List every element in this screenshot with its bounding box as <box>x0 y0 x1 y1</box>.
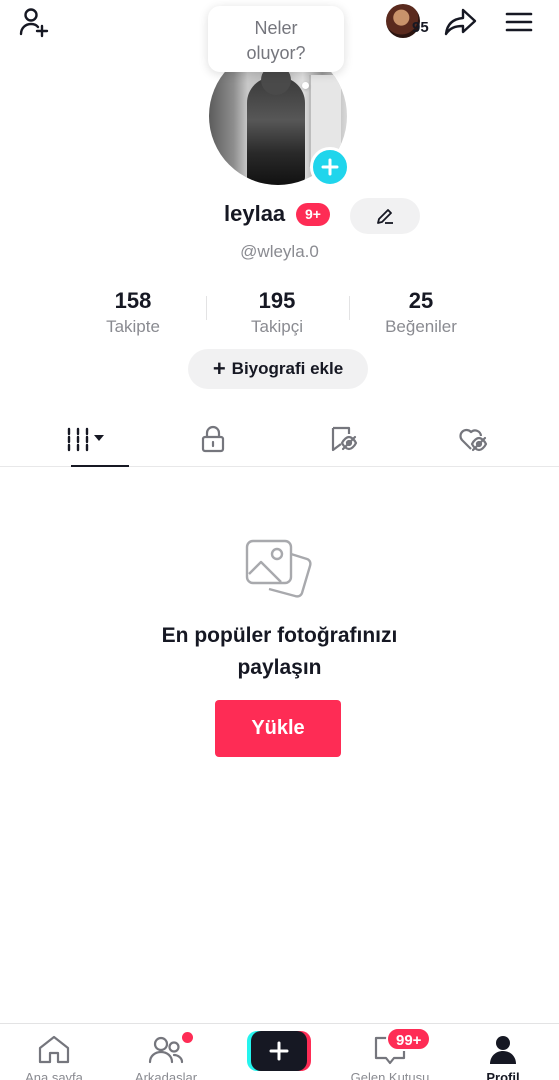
tab-liked[interactable] <box>403 412 543 466</box>
empty-state-title: En popüler fotoğrafınızı paylaşın <box>0 620 559 684</box>
create-button[interactable] <box>247 1031 311 1071</box>
nav-home-label: Ana sayfa <box>25 1070 83 1080</box>
upload-button[interactable]: Yükle <box>215 700 341 757</box>
tab-saved[interactable] <box>274 412 414 466</box>
profile-stats: 158 Takipte 195 Takipçi 25 Beğeniler <box>0 288 559 338</box>
stat-label: Takipçi <box>251 317 303 336</box>
bubble-tail <box>302 82 309 89</box>
nav-friends[interactable]: Arkadaşlar <box>110 1024 222 1080</box>
active-tab-indicator <box>71 465 129 467</box>
add-bio-label: Biyografi ekle <box>231 359 344 378</box>
name-row: leylaa 9+ <box>0 198 559 234</box>
friends-icon <box>148 1036 184 1064</box>
pencil-icon <box>377 209 393 224</box>
nav-inbox[interactable]: 99+ Gelen Kutusu <box>334 1024 446 1080</box>
bookmark-hidden-icon <box>331 426 358 452</box>
nav-profile-label: Profil <box>486 1070 520 1080</box>
empty-title-line1: En popüler fotoğrafınızı <box>161 624 398 647</box>
home-icon <box>38 1035 70 1064</box>
grid-dropdown-icon <box>67 427 104 452</box>
bottom-nav: Ana sayfa Arkadaşlar 99+ Gelen Kutusu Pr… <box>0 1023 559 1080</box>
status-bubble-line2: oluyor? <box>246 43 306 63</box>
stat-likes[interactable]: 25 Beğeniler <box>351 288 491 338</box>
nav-home[interactable]: Ana sayfa <box>0 1024 110 1080</box>
stat-value: 195 <box>258 288 296 313</box>
empty-title-line2: paylaşın <box>237 656 322 679</box>
plus-icon: + <box>212 356 226 381</box>
add-bio-button[interactable]: + Biyografi ekle <box>188 349 368 389</box>
story-count: 95 <box>412 19 429 36</box>
user-handle: @wleyla.0 <box>240 242 319 261</box>
nav-friends-label: Arkadaşlar <box>134 1070 198 1080</box>
stat-label: Beğeniler <box>385 317 457 336</box>
person-plus-icon[interactable] <box>16 4 52 40</box>
username: leylaa <box>224 201 286 226</box>
stat-label: Takipte <box>106 317 160 336</box>
tab-videos[interactable] <box>15 412 155 467</box>
edit-profile-button[interactable] <box>350 198 420 234</box>
status-bubble[interactable]: Neler oluyor? <box>208 6 344 72</box>
photos-icon <box>244 538 312 604</box>
tab-private[interactable] <box>143 412 283 466</box>
heart-hidden-icon <box>459 428 488 452</box>
lock-icon <box>201 425 225 453</box>
plus-icon <box>321 158 339 176</box>
add-avatar-button[interactable] <box>310 147 350 187</box>
username-badge[interactable]: 9+ <box>296 203 330 226</box>
hamburger-menu-icon[interactable] <box>501 4 537 40</box>
stat-followers[interactable]: 195 Takipçi <box>207 288 347 338</box>
nav-inbox-label: Gelen Kutusu <box>350 1070 430 1080</box>
profile-icon <box>490 1036 516 1064</box>
stat-value: 158 <box>114 288 152 313</box>
content-tabs <box>0 412 559 467</box>
friends-notification-dot <box>182 1032 193 1043</box>
nav-profile[interactable]: Profil <box>447 1024 559 1080</box>
inbox-badge: 99+ <box>386 1027 432 1051</box>
share-arrow-icon[interactable] <box>443 4 479 40</box>
plus-icon <box>269 1041 289 1061</box>
stat-following[interactable]: 158 Takipte <box>63 288 203 338</box>
stat-value: 25 <box>408 288 434 313</box>
stat-divider <box>349 296 350 320</box>
status-bubble-line1: Neler <box>254 18 298 38</box>
